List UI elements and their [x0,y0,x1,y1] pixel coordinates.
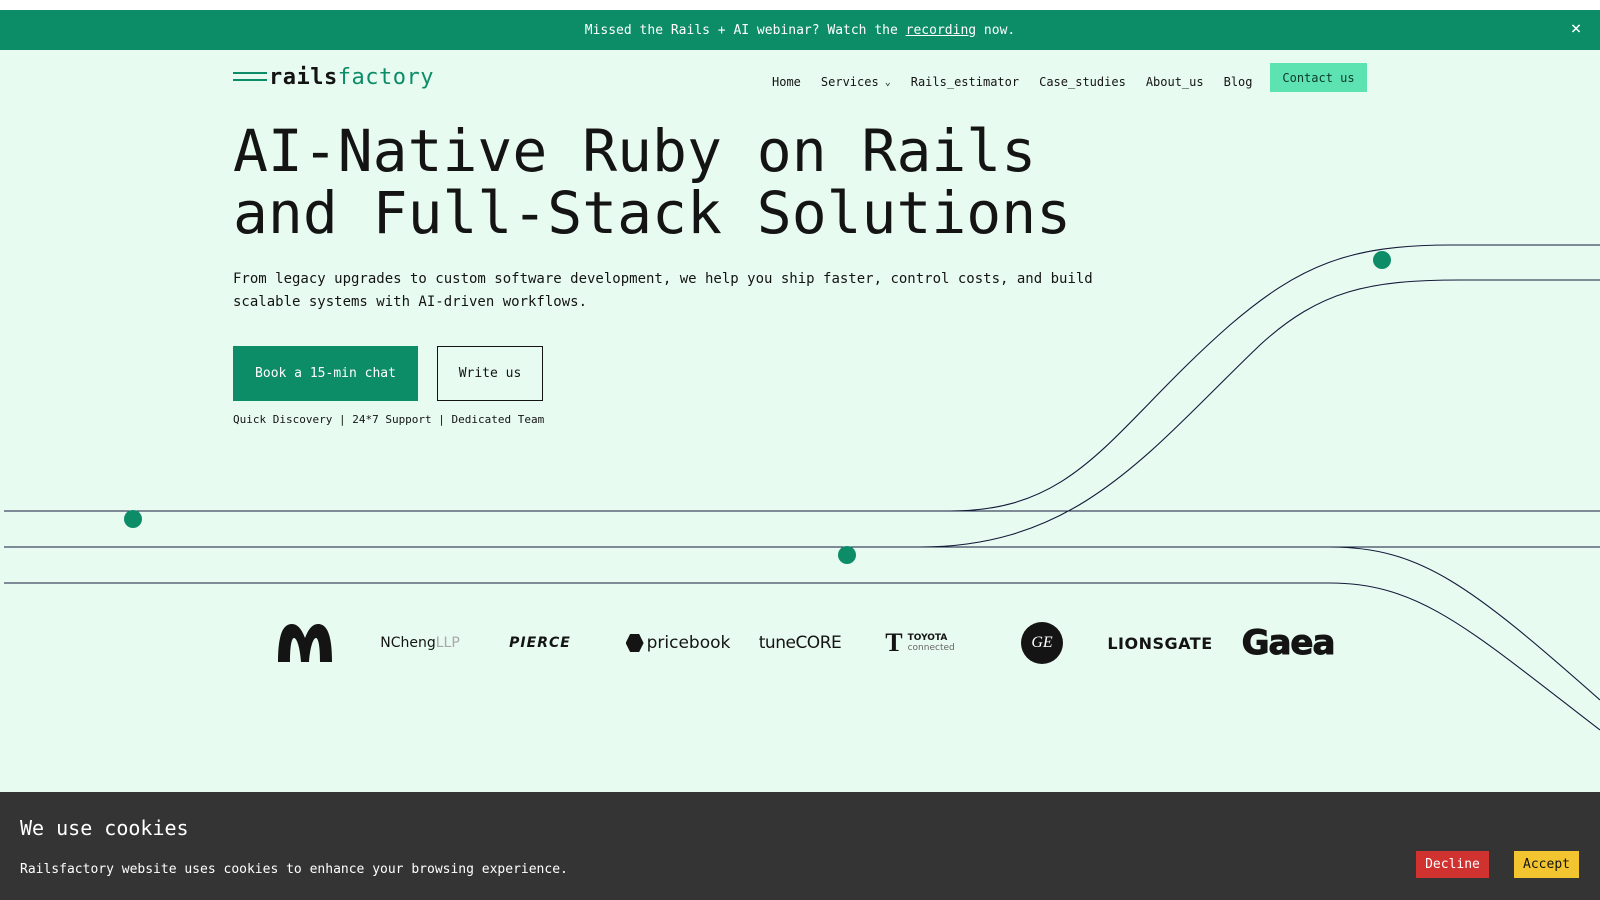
ge-logo: GE [1020,615,1064,671]
cookie-banner: We use cookies Railsfactory website uses… [0,792,1600,900]
decline-button[interactable]: Decline [1416,851,1489,878]
logo-text: railsfactory [269,64,434,90]
nav-case-studies[interactable]: Case_studies [1039,75,1126,89]
tunecore-logo: tune CORE [758,633,842,653]
logo-bars-icon [233,71,267,83]
toyota-connected-logo: T TOYOTA connected [885,628,955,657]
hero-title: AI-Native Ruby on Rails and Full-Stack So… [233,117,1072,247]
accept-button[interactable]: Accept [1514,851,1579,878]
dot-middle [838,546,856,564]
logo[interactable]: railsfactory [233,62,434,92]
chevron-down-icon: ⌄ [884,76,891,88]
dot-right [1373,251,1391,269]
contact-us-button[interactable]: Contact us [1270,63,1367,92]
nav-blog[interactable]: Blog [1224,75,1253,89]
cookie-title: We use cookies [20,816,189,840]
client-logos: NCheng LLP PIERCE pricebook tune CORE T TO… [260,615,1340,675]
dot-left [124,510,142,528]
pierce-logo: PIERCE [509,635,571,651]
nav-rails-estimator[interactable]: Rails_estimator [911,75,1019,89]
book-chat-button[interactable]: Book a 15-min chat [233,346,418,401]
hero-subtitle: From legacy upgrades to custom software … [233,271,1093,310]
lionsgate-logo: LIONSGATE [1107,633,1213,653]
page: Missed the Rails + AI webinar? Watch the… [0,10,1600,900]
nav-home[interactable]: Home [772,75,801,89]
features-text: Quick Discovery | 24*7 Support | Dedicat… [233,413,545,426]
nav-about-us[interactable]: About_us [1146,75,1204,89]
toyota-t-icon: T [885,628,903,657]
m-logo [270,615,340,671]
cookie-text: Railsfactory website uses cookies to enh… [20,862,568,877]
ncheng-logo: NCheng LLP [380,635,460,651]
gaea-logo: Gaea [1241,623,1336,664]
curve-line-rising-2 [919,279,1600,548]
main-nav: Home Services ⌄ Rails_estimator Case_stud… [772,67,1273,97]
hexagon-icon [625,634,644,652]
nav-services[interactable]: Services ⌄ [821,75,891,89]
pricebook-logo: pricebook [622,615,734,671]
write-us-button[interactable]: Write us [437,346,543,401]
